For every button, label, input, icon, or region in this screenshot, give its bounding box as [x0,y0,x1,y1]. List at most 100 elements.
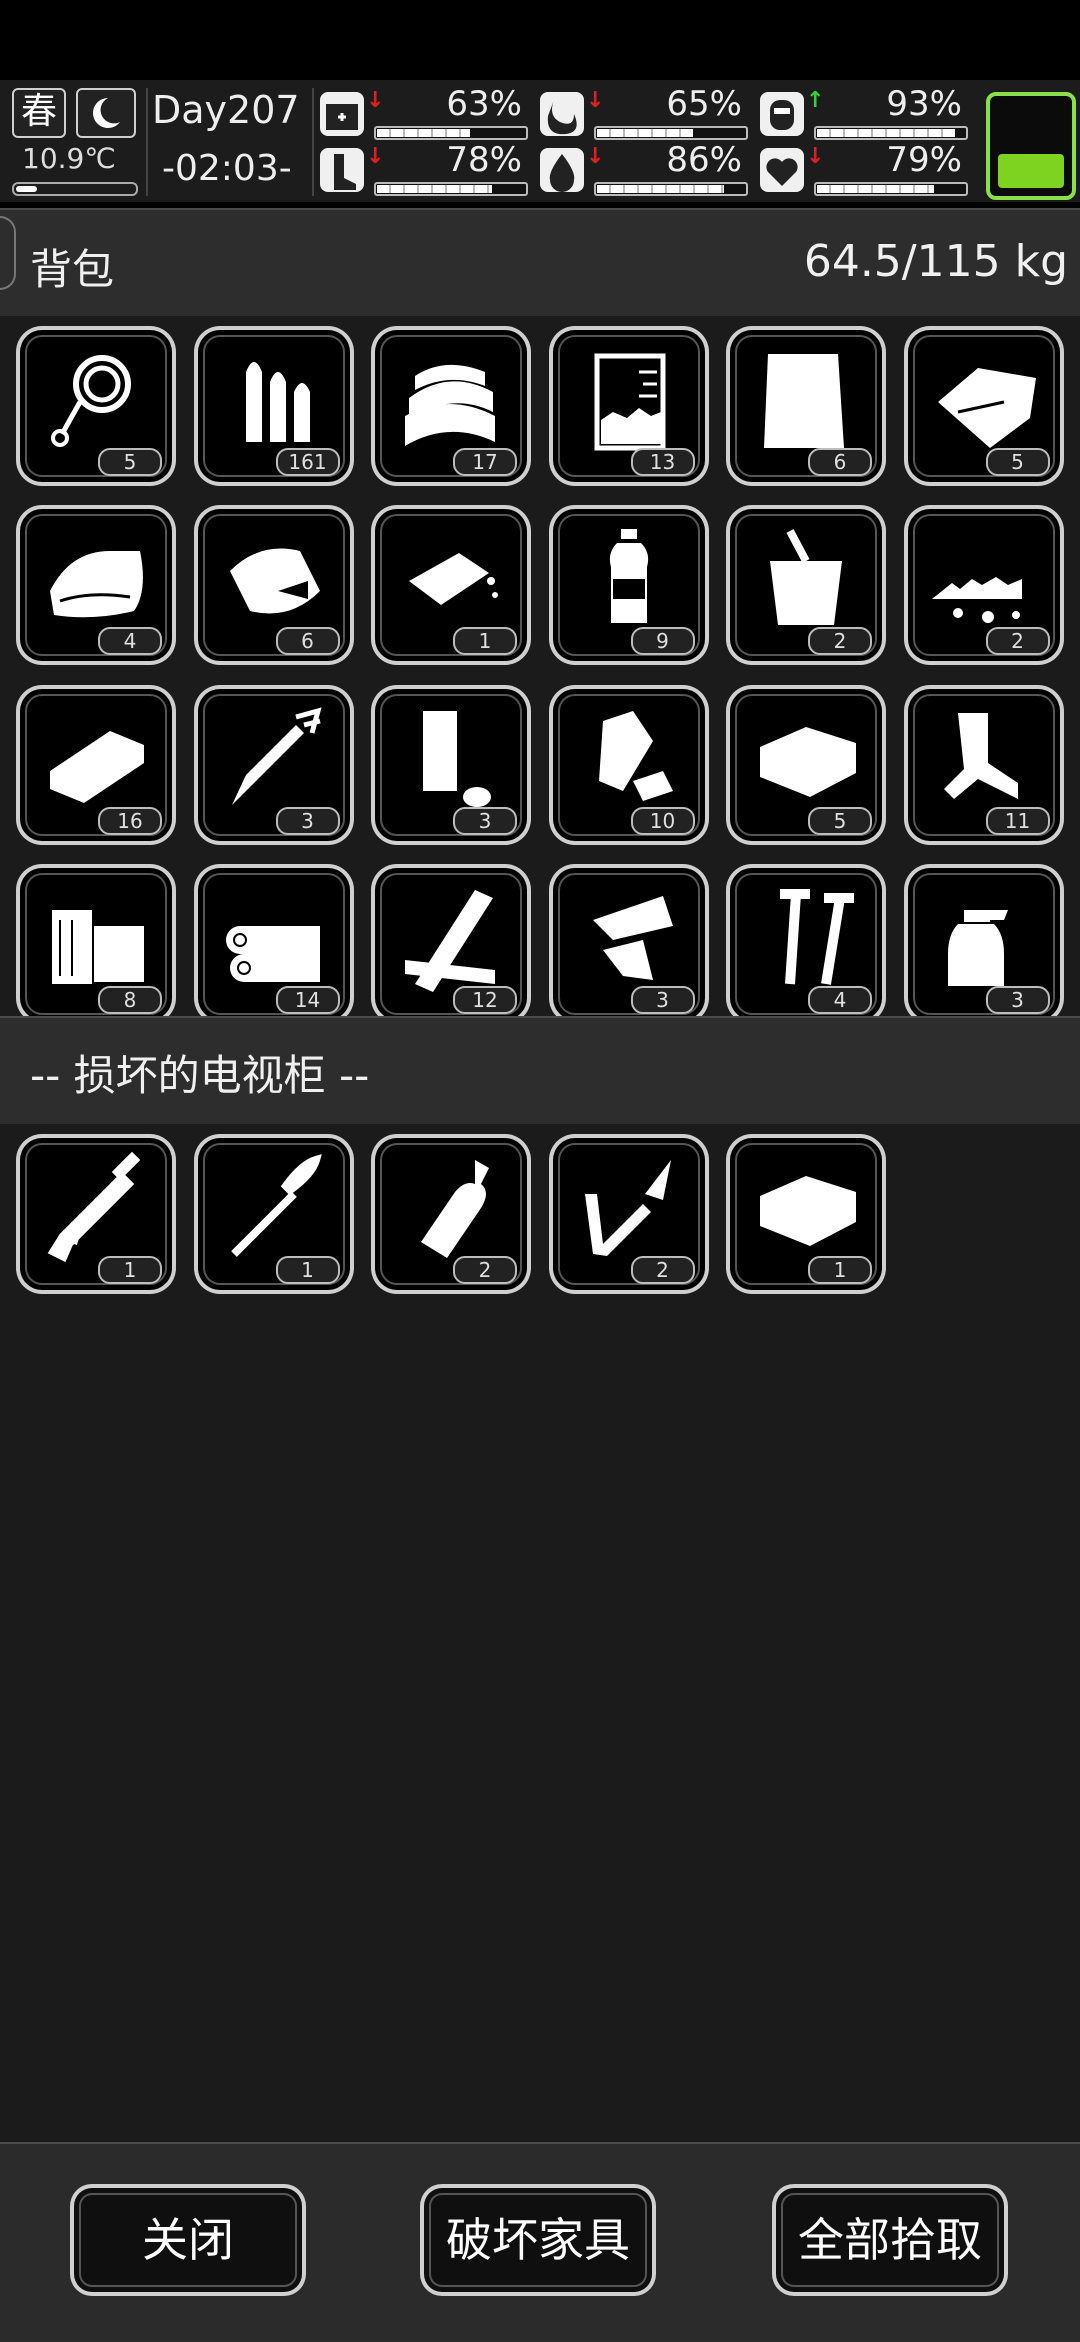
inventory-slot[interactable]: 14 [193,863,354,1016]
inventory-slot[interactable]: 12 [371,863,531,1016]
destroy-furniture-button[interactable]: 破坏家具 [420,2184,656,2296]
inventory-slot[interactable]: 2 [548,1134,709,1294]
inventory-slot[interactable]: 1 [16,1134,176,1294]
item-count-badge: 2 [985,627,1050,656]
paper-sheet-icon [764,354,844,448]
stat-stamina: ↓ 78% [320,140,530,196]
inventory-slot[interactable]: 1 [193,1134,354,1294]
planks-icon [405,889,495,992]
item-count-badge: 6 [808,448,872,476]
container-title: -- 损坏的电视柜 -- [30,1051,370,1100]
bullets-icon [245,362,310,442]
arrow-up-icon: ↑ [806,88,825,113]
inventory-slot[interactable]: 16 [16,684,176,845]
stat-value: 63% [446,84,522,124]
arrow-down-icon: ↓ [586,88,605,113]
screws-icon [780,888,854,985]
item-count-badge: 2 [630,1256,695,1284]
rope-icon [51,355,131,447]
stat-value: 79% [886,140,962,180]
stat-bar [374,126,528,140]
side-tab-icon[interactable] [0,216,16,290]
inventory-slot[interactable]: 8 [16,863,176,1016]
stat-health: ↓ 63% [320,84,530,140]
inventory-slot[interactable]: 1 [726,1134,886,1294]
item-count-badge: 4 [98,627,162,656]
inventory-slot[interactable]: 2 [371,1134,531,1294]
foot-icon [320,148,364,192]
inventory-slot[interactable]: 2 [903,505,1064,666]
water-bottle-icon [609,529,648,624]
rubble-icon [931,577,1022,624]
backpack-grid[interactable]: 5 161 17 13 6 5 4 6 1 9 2 2 16 3 3 10 5 11 8 14 12 3 4 3 [0,316,1080,1016]
item-count-badge: 5 [985,448,1050,476]
arrow-icon [231,706,322,805]
inventory-slot[interactable]: 9 [548,505,709,666]
inventory-slot[interactable]: 6 [726,326,886,486]
inventory-slot[interactable]: 3 [548,863,709,1016]
stat-sanity: ↓ 79% [760,140,970,196]
bottle-icon [421,1160,489,1258]
inventory-slot[interactable]: 1 [371,505,531,666]
inventory-slot[interactable]: 5 [903,326,1064,486]
inventory-slot[interactable]: 11 [903,684,1064,845]
box-icon [760,1176,856,1246]
battery-icon [986,92,1076,200]
inventory-slot[interactable]: 5 [16,326,176,486]
container-grid[interactable]: 1 1 2 2 1 [0,1124,1080,2142]
season-badge: 春 [12,88,66,138]
inventory-slot[interactable]: 4 [16,505,176,666]
stat-thirst: ↓ 86% [540,140,750,196]
inventory-slot[interactable]: 13 [548,326,709,486]
stat-bar [594,126,748,140]
item-count-badge: 9 [630,627,695,656]
inventory-slot[interactable]: 3 [193,684,354,845]
inventory-slot[interactable]: 5 [726,684,886,845]
close-button[interactable]: 关闭 [70,2184,306,2296]
head-icon [760,92,804,136]
inventory-slot[interactable]: 17 [371,326,531,486]
divider [312,88,314,196]
item-count-badge: 11 [985,806,1050,835]
item-count-badge: 1 [275,1256,340,1284]
take-all-button[interactable]: 全部拾取 [772,2184,1008,2296]
day-counter: Day207 [152,88,300,132]
stomach-icon [540,92,584,136]
item-count-badge: 1 [453,627,517,656]
item-count-badge: 12 [453,985,517,1014]
medkit-icon [320,92,364,136]
inventory-slot[interactable]: 10 [548,684,709,845]
item-count-badge: 13 [630,448,695,476]
item-count-badge: 5 [808,806,872,835]
inventory-slot[interactable]: 4 [726,863,886,1016]
game-clock: -02:03- [162,148,292,189]
item-count-badge: 1 [808,1256,872,1284]
water-drop-icon [540,148,584,192]
temperature-label: 10.9℃ [22,142,116,175]
arrow-down-icon: ↓ [366,88,385,113]
logs-icon [225,925,320,982]
inventory-slot[interactable]: 2 [726,505,886,666]
item-count-badge: 14 [275,985,340,1014]
spear-icon [584,1160,671,1256]
arrow-down-icon: ↓ [586,144,605,169]
item-count-badge: 1 [98,1256,162,1284]
cloth-roll-icon [50,551,143,618]
stat-value: 65% [666,84,742,124]
rifle-icon [47,1151,141,1262]
item-count-badge: 5 [98,448,162,476]
item-count-badge: 3 [985,985,1050,1014]
arrow-down-icon: ↓ [366,144,385,169]
inventory-slot[interactable]: 3 [371,684,531,845]
beaker-icon [594,353,665,451]
inventory-slot[interactable]: 6 [193,505,354,666]
plastic-trash-icon [598,710,673,801]
inventory-slot[interactable]: 161 [193,326,354,486]
stat-value: 78% [446,140,522,180]
backpack-weight: 64.5/115 kg [803,236,1068,287]
box-icon [760,726,856,797]
stat-bar [814,182,968,196]
bucket-icon [770,529,842,626]
inventory-slot[interactable]: 3 [903,863,1064,1016]
folded-cloth-icon [405,364,495,446]
